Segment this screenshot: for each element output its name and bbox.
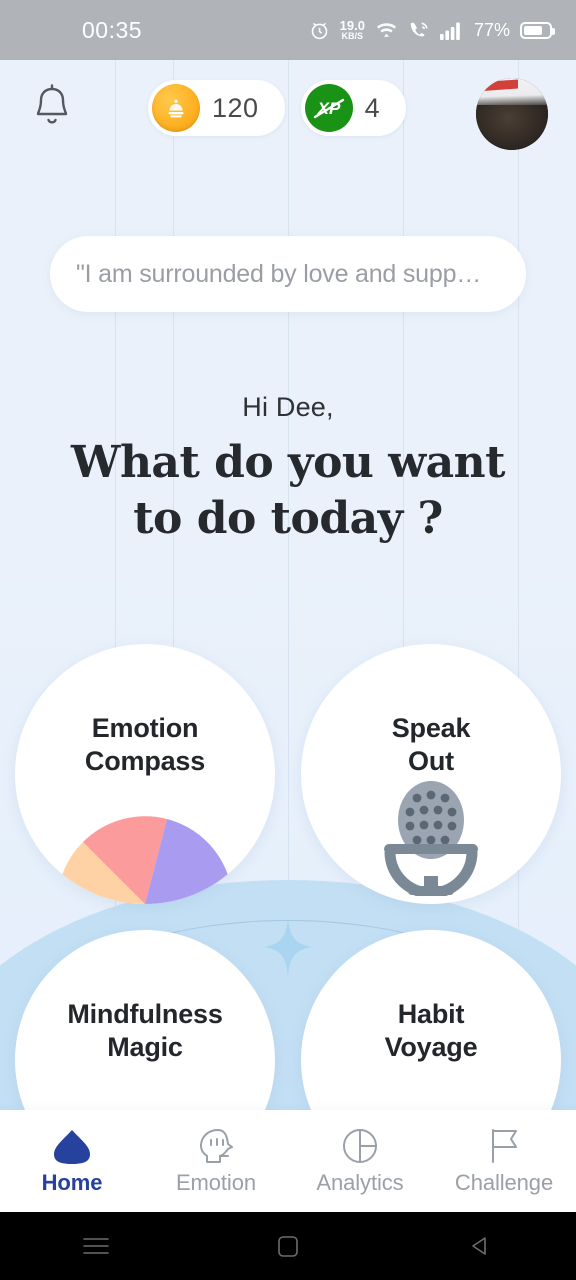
card-title-line-2: Compass (84, 745, 206, 776)
card-title-line-2: Voyage (384, 1031, 478, 1062)
headline-line-1: What do you want (71, 437, 505, 488)
nav-label-analytics: Analytics (316, 1169, 404, 1195)
card-title: Speak Out (301, 712, 561, 778)
page-title: What do you want to do today ? (0, 435, 576, 548)
nav-label-home: Home (41, 1169, 103, 1195)
xp-icon: XP (304, 84, 353, 132)
nav-item-home[interactable]: Home (0, 1110, 144, 1212)
wifi-icon (375, 20, 398, 40)
status-bar: 00:35 19.0 KB/S 77% (0, 0, 576, 60)
android-system-nav (0, 1212, 576, 1280)
app-header: 120 XP 4 (0, 60, 576, 180)
card-emotion-compass[interactable]: Emotion Compass (15, 644, 275, 904)
pie-circle-icon (341, 1127, 379, 1165)
notification-bell-button[interactable] (30, 82, 74, 134)
card-title-line-1: Mindfulness (67, 999, 223, 1029)
daily-affirmation-card[interactable]: "I am surrounded by love and supp… (50, 236, 526, 312)
network-speed-indicator: 19.0 KB/S (340, 19, 365, 41)
bottom-navigation: Home Emotion Analytics Challenge (0, 1110, 576, 1212)
headline-line-2: to do today ? (133, 493, 443, 545)
nav-item-analytics[interactable]: Analytics (288, 1110, 432, 1212)
network-speed-unit: KB/S (341, 31, 364, 41)
nav-label-emotion: Emotion (175, 1169, 256, 1195)
card-title-line-2: Magic (107, 1031, 183, 1062)
head-profile-icon (196, 1127, 236, 1165)
card-title: Emotion Compass (15, 712, 275, 778)
xp-count: 4 (364, 92, 381, 123)
greeting-text: Hi Dee, (242, 392, 334, 422)
battery-percent: 77% (473, 19, 510, 40)
phone-screen: 00:35 19.0 KB/S 77% 120 4 "I am surround… (0, 0, 576, 1280)
coin-count: 120 (212, 92, 259, 123)
card-title-line-1: Emotion (91, 713, 199, 743)
nav-item-challenge[interactable]: Challenge (432, 1110, 576, 1212)
status-indicators: 19.0 KB/S 77% (309, 19, 555, 41)
rewards-pills: 120 XP 4 (148, 80, 407, 136)
status-time: 00:35 (82, 16, 143, 43)
cellular-signal-icon (439, 21, 464, 40)
pie-chart-art (15, 784, 275, 904)
card-title: Mindfulness Magic (15, 998, 275, 1064)
call-wifi-icon (408, 20, 430, 40)
card-title: Habit Voyage (301, 998, 561, 1064)
card-title-line-1: Speak (391, 713, 471, 743)
affirmation-text: "I am surrounded by love and supp… (76, 259, 482, 288)
xp-balance-pill[interactable]: XP 4 (300, 80, 407, 136)
avatar[interactable] (476, 78, 548, 150)
back-icon[interactable] (384, 1233, 576, 1259)
nav-item-emotion[interactable]: Emotion (144, 1110, 288, 1212)
nav-label-challenge: Challenge (454, 1169, 554, 1195)
coin-icon (152, 84, 200, 132)
battery-icon (520, 21, 555, 39)
flag-icon (485, 1127, 523, 1165)
recents-icon[interactable] (0, 1233, 192, 1259)
android-home-icon[interactable] (192, 1233, 384, 1259)
card-title-line-2: Out (408, 745, 454, 776)
coin-balance-pill[interactable]: 120 (148, 80, 285, 136)
microphone-art (301, 781, 561, 904)
greeting-block: Hi Dee, What do you want to do today ? (0, 392, 576, 548)
card-speak-out[interactable]: Speak Out (301, 644, 561, 904)
home-icon (52, 1127, 92, 1165)
alarm-icon (309, 20, 330, 41)
card-title-line-1: Habit (397, 999, 465, 1029)
